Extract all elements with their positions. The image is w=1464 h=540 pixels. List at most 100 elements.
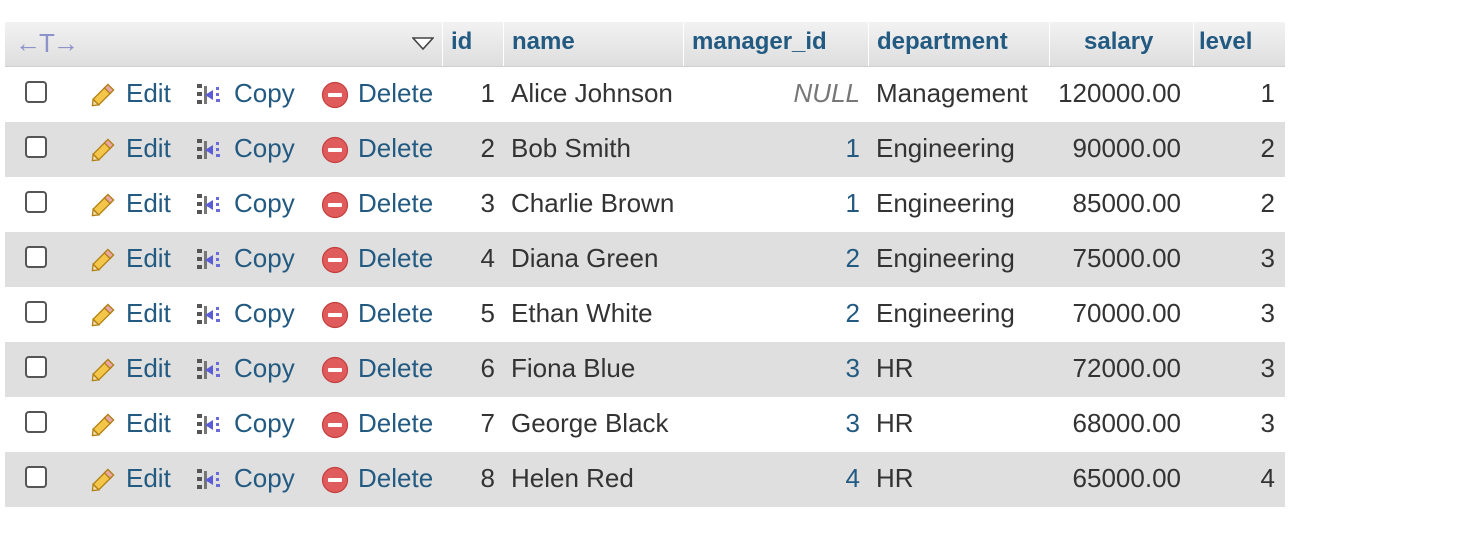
cell-manager-id[interactable]: 2 <box>695 287 860 342</box>
header-name[interactable]: name <box>512 22 575 66</box>
cell-name: Charlie Brown <box>511 188 675 218</box>
cell-manager-id[interactable]: 1 <box>695 177 860 232</box>
cell-salary: 68000.00 <box>1072 408 1181 438</box>
copy-link[interactable]: Copy <box>234 67 295 122</box>
copy-link[interactable]: Copy <box>234 287 295 342</box>
edit-link[interactable]: Edit <box>126 67 171 122</box>
delete-icon[interactable] <box>321 466 349 494</box>
cell-manager-id[interactable]: 2 <box>695 232 860 287</box>
delete-link[interactable]: Delete <box>358 342 433 397</box>
copy-icon[interactable] <box>195 411 223 439</box>
copy-link[interactable]: Copy <box>234 232 295 287</box>
pencil-icon[interactable] <box>89 136 117 164</box>
pencil-icon[interactable] <box>89 411 117 439</box>
copy-icon[interactable] <box>195 136 223 164</box>
copy-link[interactable]: Copy <box>234 122 295 177</box>
cell-level: 3 <box>1260 353 1275 383</box>
cell-level: 2 <box>1260 188 1275 218</box>
results-table: ←T→ id name manager_id department salary… <box>5 22 1285 507</box>
cell-id: 4 <box>480 243 495 273</box>
cell-name: Bob Smith <box>511 133 631 163</box>
cell-level: 1 <box>1260 78 1275 108</box>
delete-link[interactable]: Delete <box>358 452 433 507</box>
copy-icon[interactable] <box>195 81 223 109</box>
pencil-icon[interactable] <box>89 246 117 274</box>
pencil-icon[interactable] <box>89 81 117 109</box>
delete-link[interactable]: Delete <box>358 232 433 287</box>
delete-icon[interactable] <box>321 411 349 439</box>
cell-level: 3 <box>1260 243 1275 273</box>
row-checkbox[interactable] <box>25 301 47 323</box>
header-department[interactable]: department <box>877 22 1008 66</box>
cell-department: Engineering <box>876 188 1015 218</box>
cell-id: 5 <box>480 298 495 328</box>
copy-icon[interactable] <box>195 356 223 384</box>
row-checkbox[interactable] <box>25 246 47 268</box>
copy-icon[interactable] <box>195 301 223 329</box>
table-row: Edit Copy Delete 8 Helen Red 4 HR 65000.00 4 <box>5 452 1285 507</box>
cell-id: 3 <box>480 188 495 218</box>
table-row: Edit Copy Delete 1 Alice Johnson NULL Manageme… <box>5 67 1285 122</box>
cell-department: Engineering <box>876 133 1015 163</box>
delete-icon[interactable] <box>321 191 349 219</box>
delete-link[interactable]: Delete <box>358 177 433 232</box>
cell-salary: 72000.00 <box>1072 353 1181 383</box>
delete-icon[interactable] <box>321 81 349 109</box>
copy-link[interactable]: Copy <box>234 342 295 397</box>
copy-icon[interactable] <box>195 466 223 494</box>
cell-salary: 70000.00 <box>1072 298 1181 328</box>
pencil-icon[interactable] <box>89 356 117 384</box>
row-checkbox[interactable] <box>25 466 47 488</box>
pencil-icon[interactable] <box>89 466 117 494</box>
delete-icon[interactable] <box>321 301 349 329</box>
cell-department: Engineering <box>876 298 1015 328</box>
header-id[interactable]: id <box>451 22 472 66</box>
copy-icon[interactable] <box>195 246 223 274</box>
edit-link[interactable]: Edit <box>126 397 171 452</box>
row-checkbox[interactable] <box>25 411 47 433</box>
cell-manager-id[interactable]: 1 <box>695 122 860 177</box>
cell-name: George Black <box>511 408 669 438</box>
header-level[interactable]: level <box>1199 22 1252 66</box>
delete-link[interactable]: Delete <box>358 287 433 342</box>
delete-link[interactable]: Delete <box>358 67 433 122</box>
row-checkbox[interactable] <box>25 191 47 213</box>
delete-icon[interactable] <box>321 356 349 384</box>
delete-link[interactable]: Delete <box>358 397 433 452</box>
cell-name: Ethan White <box>511 298 653 328</box>
row-checkbox[interactable] <box>25 81 47 103</box>
pencil-icon[interactable] <box>89 191 117 219</box>
edit-link[interactable]: Edit <box>126 122 171 177</box>
edit-link[interactable]: Edit <box>126 452 171 507</box>
pencil-icon[interactable] <box>89 301 117 329</box>
edit-link[interactable]: Edit <box>126 287 171 342</box>
sort-triangle-icon[interactable] <box>412 36 434 50</box>
cell-manager-id[interactable]: 3 <box>695 397 860 452</box>
cell-level: 4 <box>1260 463 1275 493</box>
edit-link[interactable]: Edit <box>126 177 171 232</box>
header-salary[interactable]: salary <box>1084 22 1153 66</box>
cell-department: HR <box>876 463 914 493</box>
cell-manager-id[interactable]: 4 <box>695 452 860 507</box>
copy-link[interactable]: Copy <box>234 452 295 507</box>
cell-manager-id[interactable]: 3 <box>695 342 860 397</box>
table-body: Edit Copy Delete 1 Alice Johnson NULL Manageme… <box>5 67 1285 507</box>
edit-link[interactable]: Edit <box>126 342 171 397</box>
delete-icon[interactable] <box>321 136 349 164</box>
column-resize-arrows-icon[interactable]: ←T→ <box>15 28 79 58</box>
row-checkbox[interactable] <box>25 356 47 378</box>
copy-link[interactable]: Copy <box>234 177 295 232</box>
copy-link[interactable]: Copy <box>234 397 295 452</box>
cell-level: 3 <box>1260 298 1275 328</box>
header-manager-id[interactable]: manager_id <box>692 22 827 66</box>
table-row: Edit Copy Delete 7 George Black 3 HR 68000.00 3 <box>5 397 1285 452</box>
cell-manager-id: NULL <box>793 78 860 108</box>
edit-link[interactable]: Edit <box>126 232 171 287</box>
copy-icon[interactable] <box>195 191 223 219</box>
delete-icon[interactable] <box>321 246 349 274</box>
cell-id: 7 <box>480 408 495 438</box>
row-checkbox[interactable] <box>25 136 47 158</box>
cell-id: 8 <box>480 463 495 493</box>
table-row: Edit Copy Delete 5 Ethan White 2 Engineering 70… <box>5 287 1285 342</box>
delete-link[interactable]: Delete <box>358 122 433 177</box>
